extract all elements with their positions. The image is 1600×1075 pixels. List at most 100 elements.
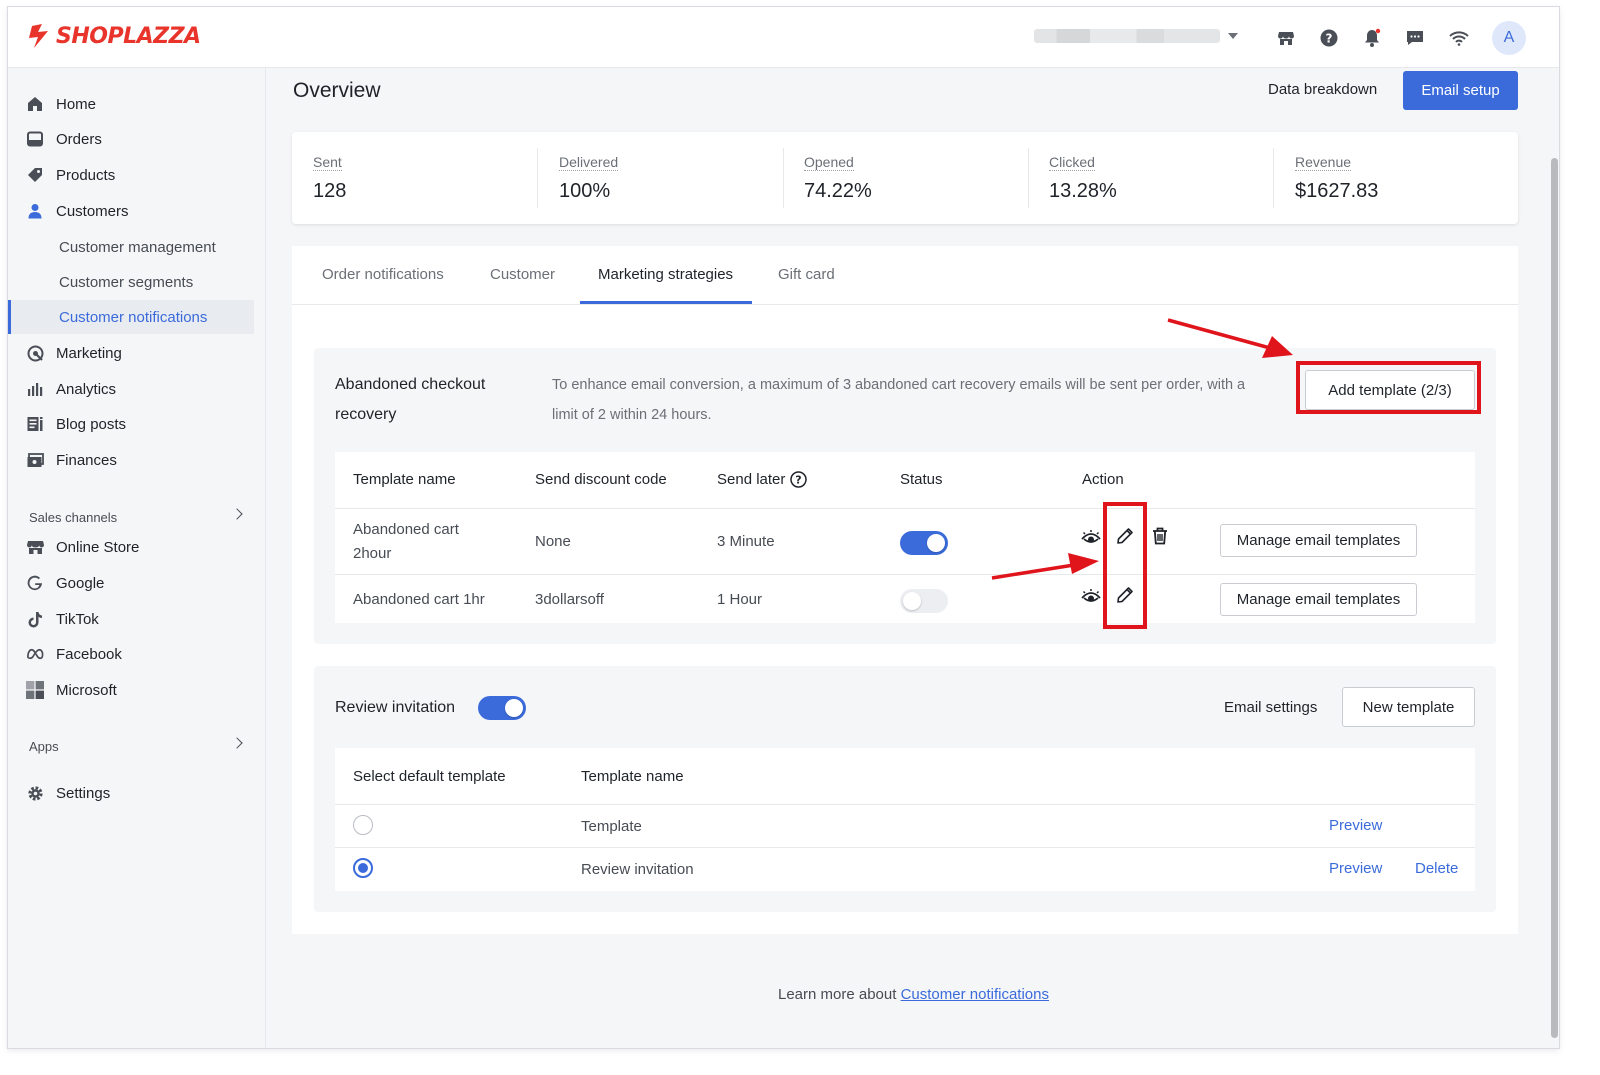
sidebar-item-tiktok[interactable]: TikTok bbox=[26, 605, 99, 633]
stat-label: Opened bbox=[804, 154, 854, 171]
orders-icon bbox=[26, 130, 44, 148]
default-template-radio[interactable] bbox=[353, 858, 373, 878]
sidebar-item-microsoft[interactable]: Microsoft bbox=[26, 676, 117, 704]
sidebar-item-customer-management[interactable]: Customer management bbox=[59, 233, 216, 261]
review-invitation-toggle[interactable] bbox=[478, 696, 526, 720]
template-name-cell: Review invitation bbox=[581, 861, 694, 878]
sidebar-item-customer-notifications[interactable]: Customer notifications bbox=[59, 303, 207, 331]
stat-value: 100% bbox=[559, 180, 611, 202]
new-template-button[interactable]: New template bbox=[1342, 687, 1475, 727]
store-icon bbox=[26, 538, 44, 556]
tab-gift-card[interactable]: Gift card bbox=[778, 266, 835, 283]
sidebar-item-blog-posts[interactable]: Blog posts bbox=[26, 410, 126, 438]
customer-notifications-link[interactable]: Customer notifications bbox=[901, 986, 1049, 1003]
stat-label: Delivered bbox=[559, 154, 619, 171]
abandoned-templates-table: Template name Send discount code Send la… bbox=[335, 452, 1475, 623]
email-settings-link[interactable]: Email settings bbox=[1224, 696, 1317, 720]
trash-icon[interactable] bbox=[1149, 525, 1171, 547]
bell-icon[interactable] bbox=[1361, 27, 1383, 49]
stats-card: Sent 128 Delivered 100% Opened 74.22% Cl… bbox=[292, 132, 1518, 224]
cell-text: 2hour bbox=[353, 545, 392, 562]
sidebar-item-label: Home bbox=[56, 95, 97, 113]
toggle-knob bbox=[903, 592, 921, 610]
scrollbar-thumb[interactable] bbox=[1551, 158, 1558, 1038]
sidebar-item-google[interactable]: Google bbox=[26, 569, 104, 597]
cell-text: Abandoned cart 1hr bbox=[353, 591, 485, 608]
meta-icon bbox=[26, 645, 44, 663]
sidebar-item-label: Facebook bbox=[56, 645, 122, 663]
tab-order-notifications[interactable]: Order notifications bbox=[322, 266, 444, 283]
sidebar-item-home[interactable]: Home bbox=[26, 90, 96, 118]
store-selector[interactable] bbox=[1034, 29, 1220, 43]
manage-email-templates-button[interactable]: Manage email templates bbox=[1220, 524, 1417, 557]
apps-label: Apps bbox=[29, 739, 59, 754]
sidebar-item-marketing[interactable]: Marketing bbox=[26, 339, 122, 367]
stat-label: Revenue bbox=[1295, 154, 1352, 171]
column-header: Template name bbox=[581, 768, 684, 785]
sidebar-item-customer-segments[interactable]: Customer segments bbox=[59, 268, 193, 296]
sidebar-item-label: Analytics bbox=[56, 380, 117, 398]
highlight-box-add-template bbox=[1296, 361, 1481, 414]
help-icon[interactable]: ? bbox=[1318, 27, 1340, 49]
help-circle-icon[interactable]: ? bbox=[790, 471, 808, 488]
sidebar-item-finances[interactable]: Finances bbox=[26, 446, 117, 474]
preview-link[interactable]: Preview bbox=[1329, 817, 1382, 834]
description-line: To enhance email conversion, a maximum o… bbox=[552, 377, 1246, 393]
eye-icon[interactable] bbox=[1080, 527, 1102, 549]
sidebar-item-settings[interactable]: Settings bbox=[26, 779, 110, 807]
sidebar-item-label: TikTok bbox=[56, 610, 99, 628]
brand-name: SHOPLAZZA bbox=[56, 23, 201, 49]
delete-link[interactable]: Delete bbox=[1415, 860, 1458, 877]
chat-icon[interactable] bbox=[1404, 27, 1426, 49]
tab-bar: Order notifications Customer Marketing s… bbox=[292, 246, 1518, 305]
wifi-icon[interactable] bbox=[1448, 27, 1470, 49]
active-tab-indicator bbox=[580, 301, 752, 304]
main-content: Overview Data breakdown Email setup Sent… bbox=[266, 68, 1559, 1048]
manage-email-templates-button[interactable]: Manage email templates bbox=[1220, 583, 1417, 616]
preview-link[interactable]: Preview bbox=[1329, 860, 1382, 877]
tab-marketing-strategies[interactable]: Marketing strategies bbox=[598, 266, 733, 283]
sidebar-item-label: Google bbox=[56, 574, 105, 592]
email-setup-button[interactable]: Email setup bbox=[1403, 71, 1518, 110]
template-name-cell: Abandoned cart 1hr bbox=[353, 588, 485, 612]
chevron-right-icon[interactable] bbox=[231, 737, 243, 749]
stat-value: 74.22% bbox=[804, 180, 872, 202]
column-header: Send discount code bbox=[535, 471, 667, 488]
sidebar-item-orders[interactable]: Orders bbox=[26, 125, 102, 153]
blog-icon bbox=[26, 415, 44, 433]
sidebar-item-facebook[interactable]: Facebook bbox=[26, 640, 122, 668]
data-breakdown-button[interactable]: Data breakdown bbox=[1268, 81, 1377, 98]
sidebar-item-customers[interactable]: Customers bbox=[26, 197, 129, 225]
marketing-icon bbox=[26, 344, 44, 362]
column-header: Status bbox=[900, 471, 943, 488]
svg-text:?: ? bbox=[1326, 32, 1333, 46]
sidebar-item-analytics[interactable]: Analytics bbox=[26, 375, 116, 403]
chevron-down-icon[interactable] bbox=[1228, 33, 1238, 39]
store-icon[interactable] bbox=[1275, 27, 1297, 49]
card-title: Review invitation bbox=[335, 699, 456, 716]
brand-logo[interactable]: SHOPLAZZA bbox=[28, 23, 201, 49]
status-toggle[interactable] bbox=[900, 589, 948, 613]
chevron-right-icon[interactable] bbox=[231, 508, 243, 520]
divider bbox=[1273, 148, 1274, 208]
sidebar-item-online-store[interactable]: Online Store bbox=[26, 533, 139, 561]
footer-help: Learn more about Customer notifications bbox=[266, 986, 1559, 1003]
tiktok-icon bbox=[26, 610, 44, 628]
avatar[interactable]: A bbox=[1492, 21, 1526, 55]
status-toggle[interactable] bbox=[900, 531, 948, 555]
divider bbox=[1028, 148, 1029, 208]
column-header: Select default template bbox=[353, 768, 506, 785]
sidebar-item-label: Microsoft bbox=[56, 681, 117, 699]
column-header-send-later: Send later ? bbox=[717, 471, 808, 488]
send-later-cell: 3 Minute bbox=[717, 533, 775, 550]
toggle-knob bbox=[505, 699, 523, 717]
top-bar: SHOPLAZZA ? A bbox=[8, 7, 1559, 68]
eye-icon[interactable] bbox=[1080, 586, 1102, 608]
default-template-radio[interactable] bbox=[353, 815, 373, 835]
tab-customer[interactable]: Customer bbox=[490, 266, 555, 283]
description-line: limit of 2 within 24 hours. bbox=[552, 407, 712, 423]
sidebar-item-products[interactable]: Products bbox=[26, 161, 115, 189]
scrollbar[interactable] bbox=[1548, 68, 1559, 1048]
highlight-box-edit-icons bbox=[1103, 502, 1147, 629]
discount-cell: None bbox=[535, 533, 571, 550]
